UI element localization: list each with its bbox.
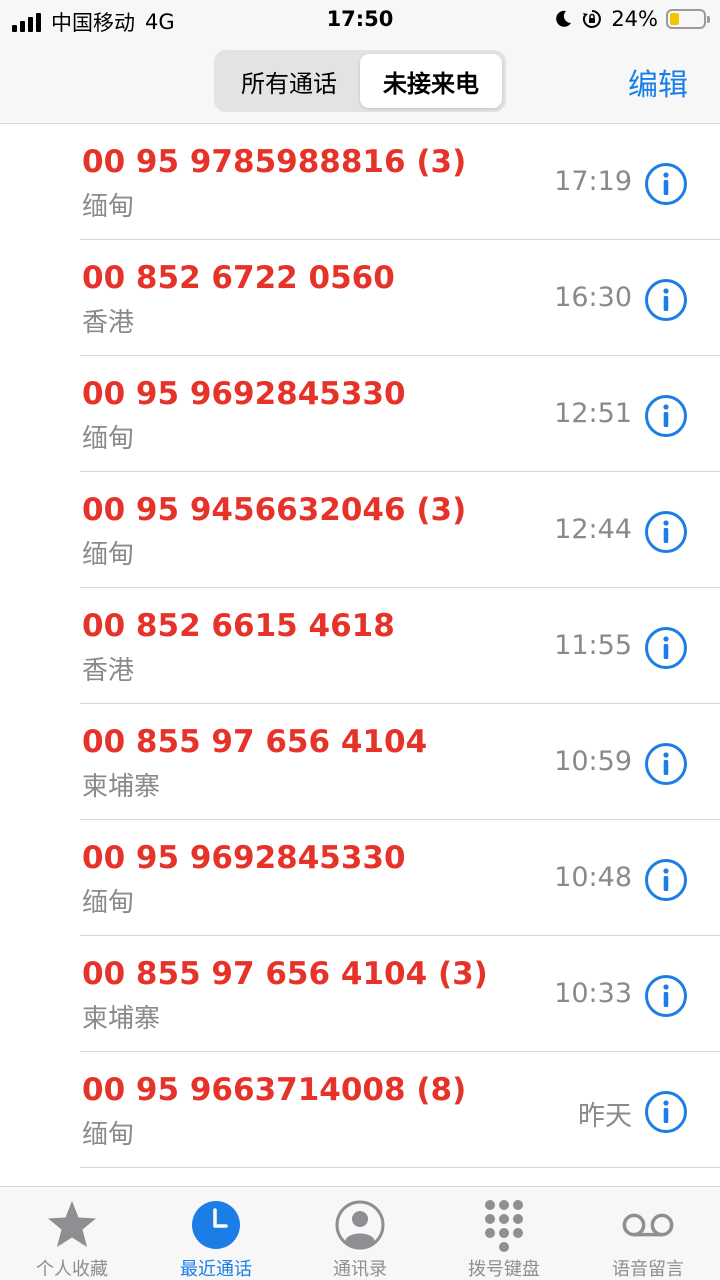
tab-contacts[interactable]: 通讯录 [288,1187,432,1280]
missed-call-list: 00 95 9785988816 (3) 缅甸 17:19 00 852 672… [0,124,720,1168]
call-row[interactable]: 00 95 9692845330 缅甸 10:48 [80,820,720,936]
orientation-lock-icon [583,10,602,28]
tab-voicemail[interactable]: 语音留言 [576,1187,720,1280]
phone-recents-screen: 中国移动 4G 17:50 24% 所有通话 未接来电 编辑 00 95 978… [0,0,720,1280]
info-icon[interactable] [644,394,688,438]
call-time: 12:44 [554,514,632,545]
call-time: 昨天 [578,1101,632,1132]
info-icon[interactable] [644,162,688,206]
tab-recents[interactable]: 最近通话 [144,1187,288,1280]
call-number: 00 852 6615 4618 [82,608,395,644]
info-icon[interactable] [644,626,688,670]
call-number: 00 95 9692845330 [82,840,406,876]
edit-button[interactable]: 编辑 [628,60,688,104]
call-region: 柬埔寨 [82,1004,161,1034]
call-time: 10:33 [554,978,632,1009]
moon-icon [556,10,572,27]
call-time: 10:59 [554,746,632,777]
battery-icon [666,9,710,29]
segment-all-calls[interactable]: 所有通话 [218,54,360,108]
call-row[interactable]: 00 855 97 656 4104 (3) 柬埔寨 10:33 [80,936,720,1052]
info-icon[interactable] [644,858,688,902]
call-region: 缅甸 [82,424,135,454]
call-row[interactable]: 00 95 9456632046 (3) 缅甸 12:44 [80,472,720,588]
tab-label: 拨号键盘 [468,1259,540,1280]
call-number: 00 852 6722 0560 [82,260,395,296]
call-region: 缅甸 [82,540,135,570]
star-icon [48,1201,96,1247]
call-number: 00 855 97 656 4104 (3) [82,956,488,992]
call-region: 缅甸 [82,1120,135,1150]
tab-bar: 个人收藏 最近通话 通讯录 拨号键盘 语音留言 [0,1186,720,1280]
info-icon[interactable] [644,974,688,1018]
clock-icon [192,1201,240,1249]
call-row[interactable]: 00 852 6615 4618 香港 11:55 [80,588,720,704]
call-region: 缅甸 [82,888,135,918]
call-number: 00 95 9456632046 (3) [82,492,467,528]
call-number: 00 855 97 656 4104 [82,724,428,760]
call-region: 香港 [82,656,135,686]
voicemail-icon [622,1213,674,1237]
call-number: 00 95 9692845330 [82,376,406,412]
call-region: 缅甸 [82,192,135,222]
call-time: 11:55 [554,630,632,661]
call-region: 柬埔寨 [82,772,161,802]
tab-keypad[interactable]: 拨号键盘 [432,1187,576,1280]
call-region: 香港 [82,308,135,338]
segment-missed-calls[interactable]: 未接来电 [360,54,502,108]
call-number: 00 95 9785988816 (3) [82,144,467,180]
info-icon[interactable] [644,278,688,322]
segmented-control: 所有通话 未接来电 [214,50,506,112]
info-icon[interactable] [644,510,688,554]
call-time: 12:51 [554,398,632,429]
call-time: 10:48 [554,862,632,893]
tab-label: 最近通话 [180,1259,252,1280]
tab-label: 通讯录 [333,1259,387,1280]
info-icon[interactable] [644,742,688,786]
tab-label: 语音留言 [612,1259,684,1280]
status-right: 24% [553,7,710,31]
battery-percent: 24% [611,7,658,31]
call-row[interactable]: 00 95 9663714008 (8) 缅甸 昨天 [80,1052,720,1168]
info-icon[interactable] [644,1090,688,1134]
nav-header: 所有通话 未接来电 编辑 [0,40,720,124]
call-row[interactable]: 00 95 9785988816 (3) 缅甸 17:19 [80,124,720,240]
call-number: 00 95 9663714008 (8) [82,1072,467,1108]
call-row[interactable]: 00 852 6722 0560 香港 16:30 [80,240,720,356]
contacts-icon [335,1200,385,1250]
call-row[interactable]: 00 95 9692845330 缅甸 12:51 [80,356,720,472]
status-bar: 中国移动 4G 17:50 24% [0,0,720,40]
call-time: 17:19 [554,166,632,197]
call-row[interactable]: 00 855 97 656 4104 柬埔寨 10:59 [80,704,720,820]
keypad-icon [485,1200,523,1252]
call-time: 16:30 [554,282,632,313]
tab-label: 个人收藏 [36,1259,108,1280]
tab-favorites[interactable]: 个人收藏 [0,1187,144,1280]
